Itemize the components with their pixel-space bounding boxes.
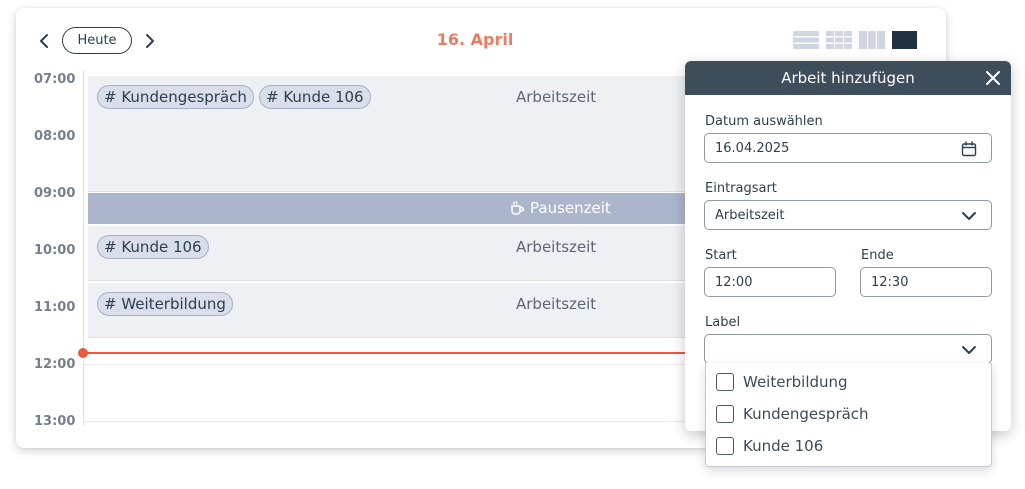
label-options-dropdown: Weiterbildung Kundengespräch Kunde 106 — [705, 363, 992, 467]
dialog-header: Arbeit hinzufügen — [685, 61, 1011, 95]
entry-type-value: Arbeitszeit — [715, 207, 785, 223]
time-axis — [83, 71, 84, 426]
current-date-title: 16. April — [436, 30, 514, 49]
hour-label: 11:00 — [34, 300, 76, 315]
date-field-label: Datum auswählen — [705, 114, 823, 129]
current-time-dot — [78, 348, 88, 358]
hour-label: 08:00 — [34, 129, 76, 144]
close-icon — [986, 71, 1000, 85]
end-field-label: Ende — [861, 248, 894, 263]
dialog-title: Arbeit hinzufügen — [781, 69, 915, 87]
day-view-button[interactable] — [892, 31, 917, 49]
list-view-icon — [793, 31, 819, 49]
columns-view-icon — [859, 31, 885, 49]
entry-type-label: Arbeitszeit — [516, 238, 597, 256]
label-select[interactable] — [704, 334, 992, 364]
option-checkbox[interactable] — [716, 437, 734, 455]
label-option[interactable]: Kunde 106 — [716, 435, 823, 457]
start-field-label: Start — [705, 248, 737, 263]
start-time-value: 12:00 — [715, 274, 753, 290]
end-time-value: 12:30 — [871, 274, 909, 290]
chevron-right-icon — [146, 34, 154, 48]
tag-badge[interactable]: # Kunde 106 — [97, 235, 209, 259]
hour-label: 12:00 — [34, 357, 76, 372]
entry-type-select[interactable]: Arbeitszeit — [704, 200, 992, 230]
grid-view-button[interactable] — [826, 31, 852, 49]
tag-badge[interactable]: # Kunde 106 — [259, 85, 371, 109]
chevron-down-icon — [962, 346, 976, 354]
tag-badge[interactable]: # Weiterbildung — [97, 292, 233, 316]
hour-label: 09:00 — [34, 186, 76, 201]
date-value: 16.04.2025 — [715, 140, 790, 156]
hour-label: 13:00 — [34, 414, 76, 429]
option-checkbox[interactable] — [716, 373, 734, 391]
entry-type-label: Arbeitszeit — [516, 88, 597, 106]
type-field-label: Eintragsart — [705, 181, 777, 196]
calendar-icon[interactable] — [961, 141, 977, 157]
grid-view-icon — [826, 31, 852, 49]
hour-label: 10:00 — [34, 243, 76, 258]
close-button[interactable] — [985, 70, 1001, 86]
coffee-cup-icon — [511, 201, 525, 215]
label-option[interactable]: Weiterbildung — [716, 371, 848, 393]
tag-badge[interactable]: # Kundengespräch — [97, 85, 254, 109]
chevron-down-icon — [962, 212, 976, 220]
option-text: Kunde 106 — [743, 437, 824, 455]
option-checkbox[interactable] — [716, 405, 734, 423]
start-time-input[interactable]: 12:00 — [704, 267, 836, 297]
list-view-button[interactable] — [793, 31, 819, 49]
entry-type-label: Arbeitszeit — [516, 295, 597, 313]
end-time-input[interactable]: 12:30 — [860, 267, 992, 297]
option-text: Kundengespräch — [743, 405, 869, 423]
entry-type-label: Pausenzeit — [530, 199, 611, 217]
option-text: Weiterbildung — [743, 373, 848, 391]
hour-label: 07:00 — [34, 72, 76, 87]
date-input[interactable]: 16.04.2025 — [704, 133, 992, 163]
previous-day-button[interactable] — [34, 31, 54, 51]
label-field-label: Label — [705, 315, 741, 330]
label-option[interactable]: Kundengespräch — [716, 403, 869, 425]
chevron-left-icon — [40, 34, 48, 48]
columns-view-button[interactable] — [859, 31, 885, 49]
next-day-button[interactable] — [140, 31, 160, 51]
today-button[interactable]: Heute — [62, 27, 132, 54]
